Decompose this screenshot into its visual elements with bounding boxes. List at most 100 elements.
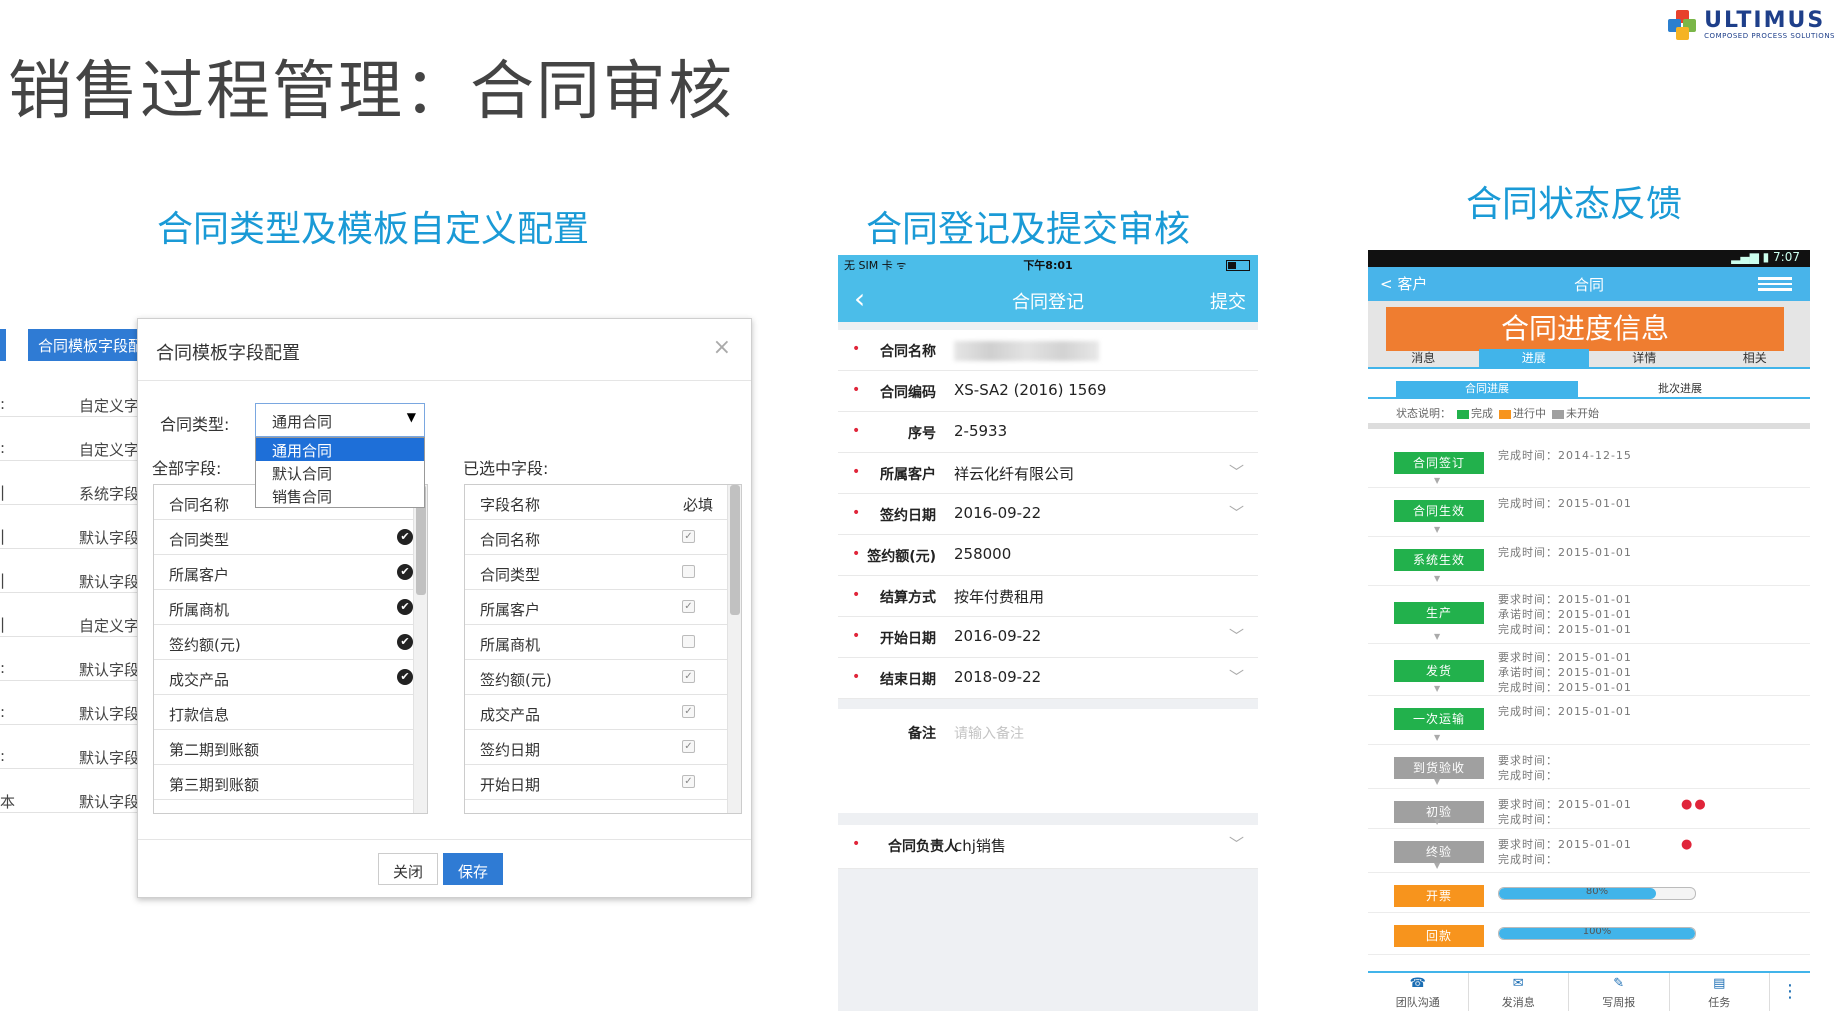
table-row[interactable]: 本 默认字段	[0, 769, 150, 813]
save-button[interactable]: 保存	[443, 853, 504, 885]
table-row[interactable]: | 系统字段	[0, 461, 150, 505]
stage-badge[interactable]: 合同生效	[1394, 500, 1484, 522]
progress-stage[interactable]: 生产 ▼ 要求时间：2015-01-01 承诺时间：2015-01-01 完成时间：20…	[1368, 586, 1810, 644]
dialog-close-icon[interactable]: ×	[713, 335, 731, 360]
progress-stage[interactable]: 合同签订 ▼ 完成时间：2014-12-15	[1368, 440, 1810, 488]
tab-contract-progress[interactable]: 合同进展	[1396, 381, 1578, 397]
bottom-tab[interactable]: ✎ 写周报	[1569, 973, 1670, 1011]
form-row[interactable]: • 结束日期 2018-09-22 ﹀	[838, 658, 1258, 699]
selected-check-icon[interactable]: ✔	[397, 634, 413, 650]
form-value[interactable]: 按年付费租用	[954, 586, 1044, 607]
dropdown-option[interactable]: 销售合同	[256, 484, 424, 507]
table-row[interactable]: | 默认字段	[0, 549, 150, 593]
table-row[interactable]: | 默认字段	[0, 505, 150, 549]
selected-field-row[interactable]: 所属商机	[465, 625, 741, 660]
more-icon[interactable]: ⋮	[1770, 973, 1810, 1011]
selected-check-icon[interactable]: ✔	[397, 669, 413, 685]
table-row[interactable]: : 默认字段	[0, 725, 150, 769]
form-row[interactable]: • 合同编码 XS-SA2 (2016) 1569	[838, 371, 1258, 412]
table-row[interactable]: | 自定义字	[0, 593, 150, 637]
contract-type-select[interactable]: 通用合同 ▼	[255, 403, 425, 437]
owner-row[interactable]: • 合同负责人 chj销售 ﹀	[838, 825, 1258, 869]
stage-badge[interactable]: 终验	[1394, 841, 1484, 863]
stage-badge[interactable]: 到货验收	[1394, 757, 1484, 779]
dropdown-option[interactable]: 通用合同	[256, 438, 424, 461]
selected-field-row[interactable]: 合同类型	[465, 555, 741, 590]
progress-stage[interactable]: 到货验收 ▼ 要求时间： 完成时间：	[1368, 745, 1810, 789]
table-row[interactable]: : 默认字段	[0, 637, 150, 681]
bottom-tab[interactable]: ☎ 团队沟通	[1368, 973, 1469, 1011]
tab-template-fields[interactable]: 合同模板字段配	[28, 329, 148, 361]
required-checkbox[interactable]: ✓	[682, 740, 695, 753]
submit-button[interactable]: 提交	[1210, 288, 1246, 314]
notes-field[interactable]: 备注 请输入备注	[838, 709, 1258, 813]
stage-badge[interactable]: 回款	[1394, 925, 1484, 947]
selected-field-row[interactable]: 签约额(元) ✓	[465, 660, 741, 695]
table-row[interactable]: : 自定义字	[0, 417, 150, 461]
form-row[interactable]: • 合同名称	[838, 330, 1258, 371]
form-value[interactable]: 2016-09-22	[954, 627, 1041, 645]
selected-check-icon[interactable]: ✔	[397, 564, 413, 580]
dropdown-option[interactable]: 默认合同	[256, 461, 424, 484]
bottom-tab[interactable]: ▤ 任务	[1670, 973, 1770, 1011]
progress-stage[interactable]: 一次运输 ▼ 完成时间：2015-01-01	[1368, 696, 1810, 745]
progress-stage[interactable]: 开票 80%	[1368, 873, 1810, 913]
table-row[interactable]: : 自定义字	[0, 373, 150, 417]
form-value[interactable]: 祥云化纤有限公司	[954, 463, 1074, 484]
selected-field-row[interactable]: 签约日期 ✓	[465, 730, 741, 765]
form-row[interactable]: • 结算方式 按年付费租用	[838, 576, 1258, 617]
progress-stage[interactable]: 初验 ▼ 要求时间：2015-01-01 完成时间： ●●	[1368, 789, 1810, 829]
form-row[interactable]: • 所属客户 祥云化纤有限公司 ﹀	[838, 453, 1258, 494]
required-checkbox[interactable]: ✓	[682, 775, 695, 788]
selected-field-row[interactable]: 所属客户 ✓	[465, 590, 741, 625]
stage-badge[interactable]: 生产	[1394, 602, 1484, 624]
close-button[interactable]: 关闭	[378, 853, 439, 885]
field-row[interactable]: 成交产品 ✔	[154, 660, 427, 695]
field-row[interactable]: 签约额(元) ✔	[154, 625, 427, 660]
field-row[interactable]: 第二期到账额	[154, 730, 427, 765]
field-row[interactable]: 所属商机 ✔	[154, 590, 427, 625]
menu-icon[interactable]	[1758, 277, 1792, 291]
form-row[interactable]: • 签约额(元) 258000	[838, 535, 1258, 576]
field-row[interactable]: 打款信息	[154, 695, 427, 730]
progress-stage[interactable]: 合同生效 ▼ 完成时间：2015-01-01	[1368, 488, 1810, 537]
required-checkbox[interactable]: ✓	[682, 670, 695, 683]
form-value[interactable]: 258000	[954, 545, 1011, 563]
field-row[interactable]: 合同类型 ✔	[154, 520, 427, 555]
table-row[interactable]: : 默认字段	[0, 681, 150, 725]
form-value[interactable]: 2016-09-22	[954, 504, 1041, 522]
detail-tab[interactable]: 进展	[1478, 349, 1589, 367]
progress-stage[interactable]: 终验 ▼ 要求时间：2015-01-01 完成时间： ●	[1368, 829, 1810, 873]
form-value[interactable]: 2-5933	[954, 422, 1007, 440]
selected-check-icon[interactable]: ✔	[397, 599, 413, 615]
progress-stage[interactable]: 回款 100%	[1368, 913, 1810, 955]
form-value[interactable]: XS-SA2 (2016) 1569	[954, 381, 1106, 399]
selected-fields-scrollbar[interactable]	[727, 485, 741, 813]
selected-field-row[interactable]: 开始日期 ✓	[465, 765, 741, 800]
progress-stage[interactable]: 系统生效 ▼ 完成时间：2015-01-01	[1368, 537, 1810, 586]
stage-badge[interactable]: 一次运输	[1394, 708, 1484, 730]
required-checkbox[interactable]: ✓	[682, 530, 695, 543]
progress-stage[interactable]: 发货 ▼ 要求时间：2015-01-01 承诺时间：2015-01-01 完成时间：20…	[1368, 644, 1810, 696]
notes-input[interactable]: 请输入备注	[954, 723, 1024, 743]
selected-field-row[interactable]: 成交产品 ✓	[465, 695, 741, 730]
form-row[interactable]: • 序号 2-5933	[838, 412, 1258, 453]
form-row[interactable]: • 开始日期 2016-09-22 ﹀	[838, 617, 1258, 658]
bottom-tab[interactable]: ✉ 发消息	[1469, 973, 1569, 1011]
form-value[interactable]: 2018-09-22	[954, 668, 1041, 686]
stage-badge[interactable]: 系统生效	[1394, 549, 1484, 571]
tab-batch-progress[interactable]: 批次进展	[1658, 381, 1702, 397]
field-row[interactable]: 所属客户 ✔	[154, 555, 427, 590]
stage-badge[interactable]: 发货	[1394, 660, 1484, 682]
stage-badge[interactable]: 开票	[1394, 885, 1484, 907]
form-row[interactable]: • 签约日期 2016-09-22 ﹀	[838, 494, 1258, 535]
required-checkbox[interactable]: ✓	[682, 600, 695, 613]
field-row[interactable]: 第三期到账额	[154, 765, 427, 800]
detail-tab[interactable]: 相关	[1700, 349, 1811, 367]
all-fields-scrollbar[interactable]	[413, 485, 427, 813]
detail-tab[interactable]: 详情	[1589, 349, 1700, 367]
required-checkbox[interactable]	[682, 635, 695, 648]
stage-badge[interactable]: 合同签订	[1394, 452, 1484, 474]
detail-tab[interactable]: 消息	[1368, 349, 1479, 367]
required-checkbox[interactable]	[682, 565, 695, 578]
